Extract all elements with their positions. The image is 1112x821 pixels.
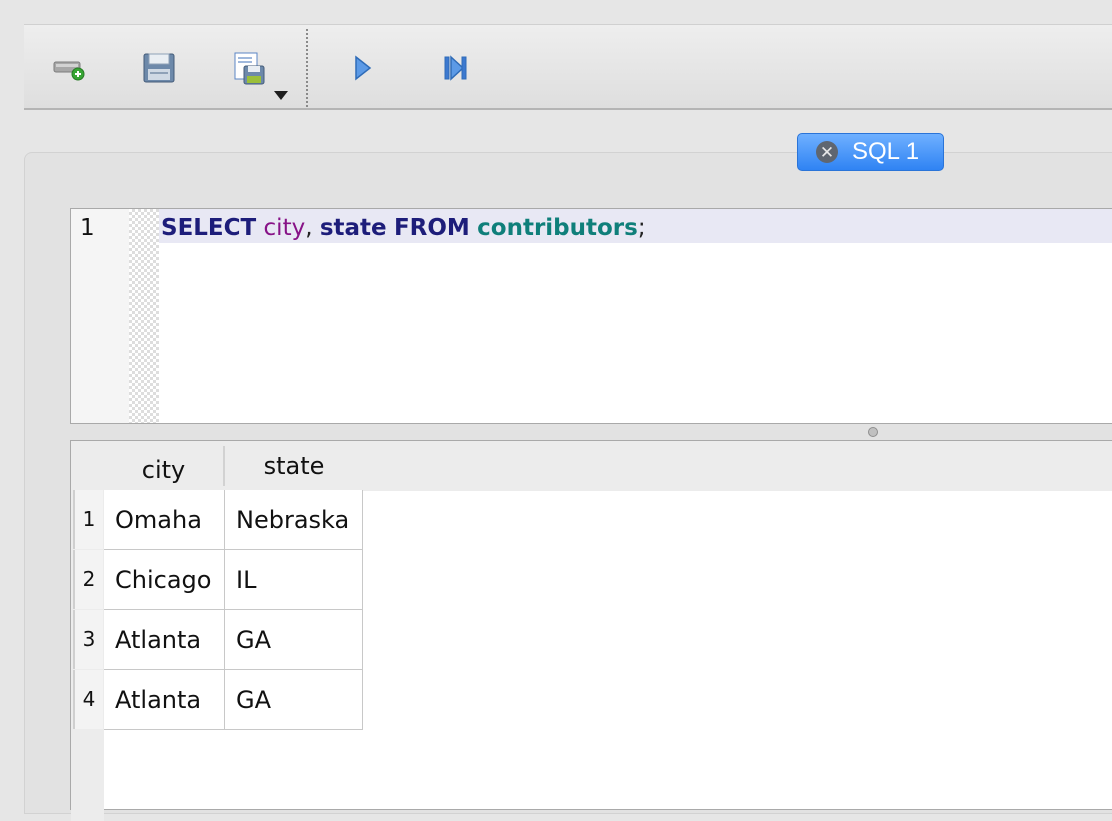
play-to-end-icon (444, 55, 467, 81)
editor-results-splitter[interactable] (868, 427, 878, 437)
save-as-icon (234, 52, 265, 85)
cell-state[interactable]: GA (225, 670, 363, 730)
sql-punctuation: , (305, 215, 320, 241)
sql-table-identifier: contributors (477, 215, 638, 241)
sql-keyword: state (319, 215, 387, 241)
play-icon (355, 55, 372, 81)
execute-all-button[interactable] (434, 50, 474, 86)
sql-space (387, 215, 394, 241)
cell-state[interactable]: Nebraska (225, 490, 363, 550)
line-number-gutter: 1 (71, 209, 129, 423)
sql-keyword: SELECT (161, 215, 257, 241)
save-button[interactable] (140, 50, 180, 86)
table-row[interactable]: 2 Chicago IL (71, 550, 363, 610)
toolbar-separator (306, 29, 308, 107)
sql-punctuation: ; (637, 215, 646, 241)
code-line-current[interactable]: SELECT city, state FROM contributors; (159, 209, 1112, 243)
table-row[interactable]: 3 Atlanta GA (71, 610, 363, 670)
save-icon (143, 53, 175, 83)
execute-button[interactable] (344, 50, 384, 86)
cell-city[interactable]: Atlanta (104, 670, 225, 730)
cell-state[interactable]: IL (225, 550, 363, 610)
sql-keyword: FROM (393, 215, 470, 241)
column-header-city[interactable]: city (104, 446, 225, 486)
close-icon[interactable]: ✕ (816, 141, 838, 163)
cell-state[interactable]: GA (225, 610, 363, 670)
save-as-dropdown-arrow[interactable] (274, 91, 288, 100)
toolbar (24, 24, 1112, 110)
row-number: 2 (73, 550, 103, 609)
row-number: 4 (73, 670, 103, 729)
results-header: city state (71, 441, 1112, 491)
column-header-state[interactable]: state (225, 441, 363, 491)
fold-margin (129, 209, 159, 423)
line-number: 1 (80, 215, 95, 241)
cell-city[interactable]: Chicago (104, 550, 225, 610)
sql-space (256, 215, 263, 241)
new-connection-button[interactable] (50, 50, 90, 86)
table-row[interactable]: 1 Omaha Nebraska (71, 490, 363, 550)
cell-city[interactable]: Omaha (104, 490, 225, 550)
sql-editor[interactable]: 1 SELECT city, state FROM contributors; (70, 208, 1112, 424)
save-as-button[interactable] (230, 50, 270, 86)
sql-column-identifier: city (263, 215, 306, 241)
add-connection-icon (53, 61, 85, 81)
results-grid: city state 1 Omaha Nebraska 2 Chicago IL… (70, 440, 1112, 821)
cell-city[interactable]: Atlanta (104, 610, 225, 670)
table-row[interactable]: 4 Atlanta GA (71, 670, 363, 730)
tab-sql-1[interactable]: ✕ SQL 1 (797, 133, 944, 171)
row-number: 1 (73, 490, 103, 549)
row-number: 3 (73, 610, 103, 669)
tab-label: SQL 1 (852, 138, 920, 165)
